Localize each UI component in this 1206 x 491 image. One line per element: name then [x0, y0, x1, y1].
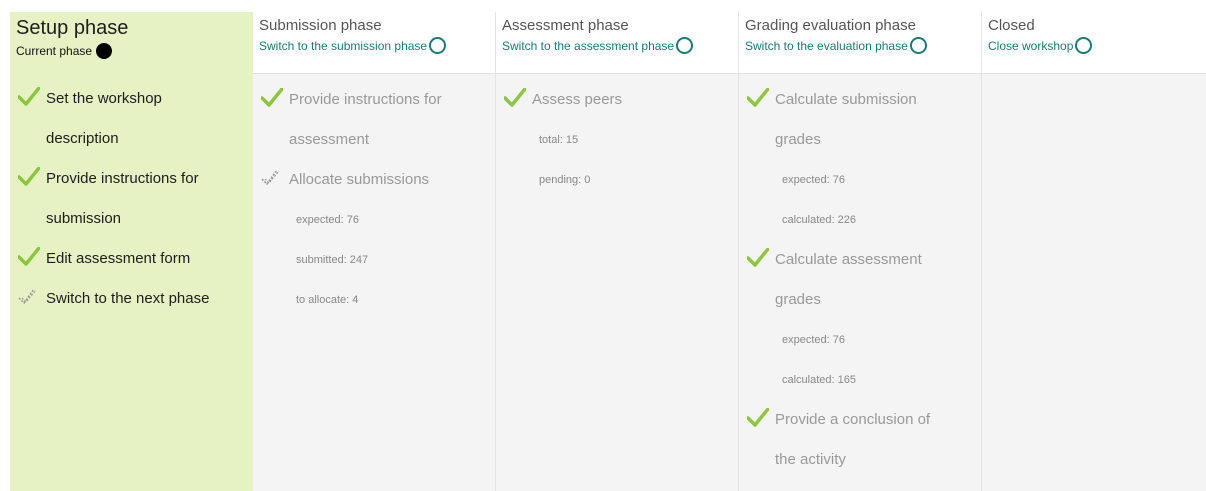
phase-header: Assessment phase Switch to the assessmen…	[496, 12, 738, 73]
switch-to-assessment-link[interactable]: Switch to the assessment phase	[502, 37, 694, 54]
task-label: Assess peers	[532, 91, 623, 108]
check-todo-icon	[261, 168, 283, 193]
current-phase-dot-icon	[96, 43, 113, 59]
phase-header: Closed Close workshop	[982, 12, 1206, 73]
task-label: Provide instructions for assessment	[289, 91, 442, 148]
switch-phase-circle-icon	[909, 37, 927, 54]
switch-phase-circle-icon	[429, 37, 447, 54]
phase-action-label: Switch to the submission phase	[259, 38, 428, 53]
task-item: Provide instructions for assessment	[253, 80, 495, 160]
phase-header: Setup phase Current phase	[10, 12, 253, 73]
task-info: total: 15	[539, 134, 579, 146]
task-label: Set the workshop description	[46, 90, 162, 147]
phase-action-label: Switch to the assessment phase	[502, 38, 675, 53]
phase-setup: Setup phase Current phase Set the worksh…	[10, 12, 253, 491]
phase-grading-evaluation: Grading evaluation phase Switch to the e…	[739, 12, 982, 491]
phase-tasks: Set the workshop description Provide ins…	[10, 73, 253, 491]
task-info: pending: 0	[539, 174, 591, 186]
task-label: Switch to the next phase	[46, 290, 210, 307]
phase-title: Setup phase	[16, 17, 129, 39]
check-done-icon	[17, 246, 41, 272]
task-label: Allocate submissions	[289, 171, 430, 188]
task-label: Provide a conclusion of the activity	[775, 411, 931, 468]
phase-tasks: Assess peers total: 15 pending: 0	[496, 73, 738, 491]
task-label: Provide instructions for submission	[46, 170, 199, 227]
task-item: Provide a conclusion of the activity	[739, 400, 981, 480]
phase-tasks	[982, 73, 1206, 491]
check-done-icon	[503, 87, 527, 113]
phase-action-label: Close workshop	[988, 38, 1074, 53]
task-info: calculated: 226	[782, 214, 856, 226]
current-phase-label: Current phase	[16, 44, 93, 58]
phase-header: Submission phase Switch to the submissio…	[253, 12, 495, 73]
switch-to-submission-link[interactable]: Switch to the submission phase	[259, 37, 447, 54]
check-done-icon	[260, 87, 284, 113]
close-workshop-link[interactable]: Close workshop	[988, 37, 1093, 54]
phase-submission: Submission phase Switch to the submissio…	[253, 12, 496, 491]
check-done-icon	[746, 87, 770, 113]
task-info: to allocate: 4	[296, 294, 359, 306]
task-info: expected: 76	[782, 174, 845, 186]
phase-title: Assessment phase	[502, 17, 629, 34]
task-info: expected: 76	[782, 334, 845, 346]
task-item: Set the workshop description	[10, 79, 253, 159]
task-item: Calculate submission grades	[739, 80, 981, 160]
task-label: Calculate assessment grades	[775, 251, 922, 308]
task-info: calculated: 165	[782, 374, 856, 386]
switch-phase-circle-icon	[1075, 37, 1093, 54]
phase-title: Submission phase	[259, 17, 382, 34]
task-item: Allocate submissions	[253, 160, 495, 200]
switch-phase-circle-icon	[676, 37, 694, 54]
switch-to-evaluation-link[interactable]: Switch to the evaluation phase	[745, 37, 927, 54]
phase-closed: Closed Close workshop	[982, 12, 1206, 491]
check-todo-icon	[18, 287, 40, 312]
phase-action-label: Switch to the evaluation phase	[745, 38, 908, 53]
phase-assessment: Assessment phase Switch to the assessmen…	[496, 12, 739, 491]
task-item: Assess peers	[496, 80, 738, 120]
check-done-icon	[17, 86, 41, 112]
task-item: Provide instructions for submission	[10, 159, 253, 239]
task-item: Calculate assessment grades	[739, 240, 981, 320]
current-phase-indicator: Current phase	[16, 43, 113, 59]
task-item: Edit assessment form	[10, 239, 253, 279]
check-done-icon	[746, 247, 770, 273]
phase-title: Closed	[988, 17, 1035, 34]
workshop-planner: Setup phase Current phase Set the worksh…	[10, 12, 1206, 491]
check-done-icon	[17, 166, 41, 192]
phase-tasks: Provide instructions for assessment Allo…	[253, 73, 495, 491]
task-info: submitted: 247	[296, 254, 369, 266]
task-info: expected: 76	[296, 214, 359, 226]
phase-header: Grading evaluation phase Switch to the e…	[739, 12, 981, 73]
phase-title: Grading evaluation phase	[745, 17, 916, 34]
task-label: Edit assessment form	[46, 250, 191, 267]
phase-tasks: Calculate submission grades expected: 76…	[739, 73, 981, 491]
task-item: Switch to the next phase	[10, 279, 253, 319]
check-done-icon	[746, 407, 770, 433]
task-label: Calculate submission grades	[775, 91, 917, 148]
